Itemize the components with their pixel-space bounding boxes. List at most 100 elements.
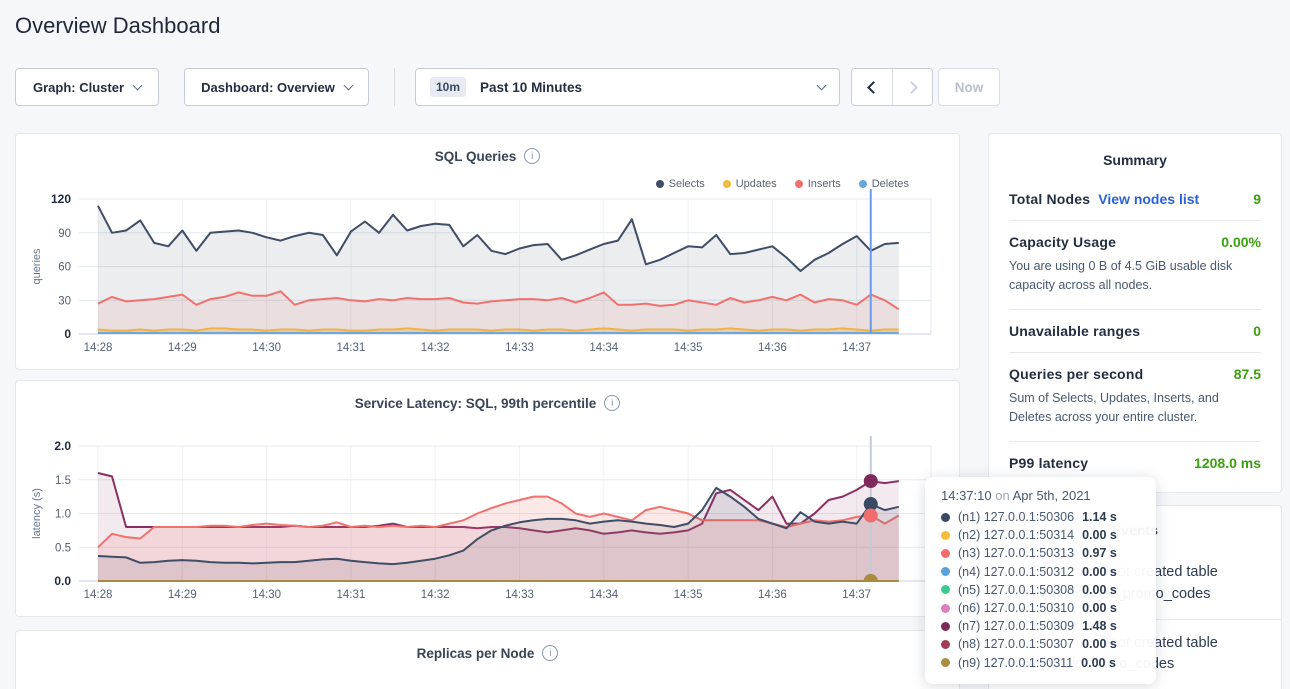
svg-text:14:36: 14:36 xyxy=(758,342,787,354)
sql-queries-chart-card[interactable]: SQL Queries i Selects Updates Inserts De… xyxy=(15,133,960,370)
tooltip-row: (n4) 127.0.0.1:503120.00 s xyxy=(941,563,1142,581)
time-range-selector[interactable]: 10m Past 10 Minutes xyxy=(415,68,840,106)
legend-item: Deletes xyxy=(859,178,909,190)
dashboard-dropdown[interactable]: Dashboard: Overview xyxy=(184,68,369,106)
svg-text:14:28: 14:28 xyxy=(84,342,113,354)
info-icon[interactable]: i xyxy=(542,645,558,661)
svg-text:14:32: 14:32 xyxy=(421,589,450,601)
chart-title: Replicas per Node xyxy=(417,646,535,661)
svg-text:14:29: 14:29 xyxy=(168,342,197,354)
chart-hover-tooltip: 14:37:10 on Apr 5th, 2021 (n1) 127.0.0.1… xyxy=(925,477,1156,684)
svg-text:14:30: 14:30 xyxy=(252,342,281,354)
chevron-right-icon xyxy=(905,81,918,94)
service-latency-chart-card[interactable]: Service Latency: SQL, 99th percentile i … xyxy=(15,380,960,617)
svg-text:0.5: 0.5 xyxy=(55,542,71,554)
series-dot xyxy=(941,640,950,649)
legend-dot xyxy=(795,180,803,188)
svg-text:14:37: 14:37 xyxy=(842,342,871,354)
series-dot xyxy=(941,531,950,540)
chevron-down-icon xyxy=(817,80,827,90)
svg-text:14:37: 14:37 xyxy=(842,589,871,601)
svg-text:latency (s): latency (s) xyxy=(31,488,43,539)
svg-text:0.0: 0.0 xyxy=(54,574,71,588)
info-icon[interactable]: i xyxy=(604,395,620,411)
queries-per-second-value: 87.5 xyxy=(1234,366,1261,382)
svg-text:1.0: 1.0 xyxy=(55,509,71,521)
tooltip-row: (n6) 127.0.0.1:503100.00 s xyxy=(941,599,1142,617)
summary-row-total-nodes: Total Nodes View nodes list 9 xyxy=(1009,178,1261,221)
svg-text:queries: queries xyxy=(31,248,43,285)
time-step-back-button[interactable] xyxy=(852,69,892,105)
chevron-left-icon xyxy=(867,81,880,94)
capacity-usage-description: You are using 0 B of 4.5 GiB usable disk… xyxy=(1009,257,1261,296)
chevron-down-icon xyxy=(343,80,353,90)
sql-queries-plot: 0 30 60 90 120 14:28 14:29 14:30 14:31 14:32 14:33… xyxy=(16,134,961,371)
view-nodes-list-link[interactable]: View nodes list xyxy=(1098,191,1199,207)
svg-text:14:36: 14:36 xyxy=(758,589,787,601)
legend-dot xyxy=(723,180,731,188)
series-dot xyxy=(941,513,950,522)
tooltip-row: (n1) 127.0.0.1:503061.14 s xyxy=(941,508,1142,526)
tooltip-row: (n5) 127.0.0.1:503080.00 s xyxy=(941,581,1142,599)
dashboard-label: Dashboard: Overview xyxy=(201,80,335,95)
capacity-usage-value: 0.00% xyxy=(1221,234,1261,250)
svg-text:120: 120 xyxy=(51,192,71,206)
legend-item: Inserts xyxy=(795,178,841,190)
svg-text:14:31: 14:31 xyxy=(337,342,366,354)
svg-text:1.5: 1.5 xyxy=(55,475,71,487)
summary-row-unavailable-ranges: Unavailable ranges 0 xyxy=(1009,310,1261,353)
svg-text:14:28: 14:28 xyxy=(84,589,113,601)
time-range-label: Past 10 Minutes xyxy=(480,80,582,95)
chart-legend: Selects Updates Inserts Deletes xyxy=(656,178,909,190)
chart-title: SQL Queries xyxy=(435,149,517,164)
summary-row-queries-per-second: Queries per second 87.5 Sum of Selects, … xyxy=(1009,353,1261,442)
tooltip-row: (n9) 127.0.0.1:503110.00 s xyxy=(941,654,1142,672)
svg-text:0: 0 xyxy=(64,327,71,341)
svg-text:90: 90 xyxy=(58,228,71,240)
svg-text:14:31: 14:31 xyxy=(337,589,366,601)
toolbar-divider xyxy=(394,68,395,106)
series-dot xyxy=(941,585,950,594)
svg-text:14:35: 14:35 xyxy=(674,342,703,354)
tooltip-row: (n7) 127.0.0.1:503091.48 s xyxy=(941,617,1142,635)
series-dot xyxy=(941,604,950,613)
tooltip-timestamp: 14:37:10 on Apr 5th, 2021 xyxy=(941,488,1142,503)
summary-panel: Summary Total Nodes View nodes list 9 Ca… xyxy=(988,133,1282,493)
svg-text:14:30: 14:30 xyxy=(252,589,281,601)
page-title: Overview Dashboard xyxy=(15,13,220,39)
time-range-badge: 10m xyxy=(430,77,466,97)
legend-dot xyxy=(656,180,664,188)
summary-row-capacity-usage: Capacity Usage 0.00% You are using 0 B o… xyxy=(1009,221,1261,310)
replicas-per-node-chart-card[interactable]: Replicas per Node i xyxy=(15,630,960,689)
tooltip-row: (n8) 127.0.0.1:503070.00 s xyxy=(941,635,1142,653)
svg-text:14:33: 14:33 xyxy=(505,589,534,601)
svg-text:2.0: 2.0 xyxy=(54,439,71,453)
toolbar: Graph: Cluster Dashboard: Overview 10m P… xyxy=(15,68,1275,106)
p99-latency-value: 1208.0 ms xyxy=(1194,455,1261,471)
svg-text:14:34: 14:34 xyxy=(589,342,618,354)
series-dot xyxy=(941,567,950,576)
svg-text:14:32: 14:32 xyxy=(421,342,450,354)
info-icon[interactable]: i xyxy=(524,148,540,164)
legend-item: Selects xyxy=(656,178,705,190)
time-step-forward-button[interactable] xyxy=(892,69,932,105)
svg-text:14:34: 14:34 xyxy=(589,589,618,601)
legend-dot xyxy=(859,180,867,188)
total-nodes-value: 9 xyxy=(1253,191,1261,207)
chart-title: Service Latency: SQL, 99th percentile xyxy=(355,396,597,411)
svg-text:60: 60 xyxy=(58,262,71,274)
unavailable-ranges-value: 0 xyxy=(1253,323,1261,339)
series-dot xyxy=(941,622,950,631)
time-step-buttons xyxy=(851,68,933,106)
series-dot xyxy=(941,549,950,558)
graph-scope-dropdown[interactable]: Graph: Cluster xyxy=(15,68,159,106)
chevron-down-icon xyxy=(133,80,143,90)
tooltip-row: (n3) 127.0.0.1:503130.97 s xyxy=(941,544,1142,562)
now-button[interactable]: Now xyxy=(938,68,1000,106)
summary-title: Summary xyxy=(989,134,1281,168)
tooltip-row: (n2) 127.0.0.1:503140.00 s xyxy=(941,526,1142,544)
svg-text:30: 30 xyxy=(58,295,71,307)
service-latency-plot: 0.00.51.01.52.014:2814:2914:3014:3114:32… xyxy=(16,381,961,618)
svg-text:14:33: 14:33 xyxy=(505,342,534,354)
queries-per-second-description: Sum of Selects, Updates, Inserts, and De… xyxy=(1009,389,1261,428)
